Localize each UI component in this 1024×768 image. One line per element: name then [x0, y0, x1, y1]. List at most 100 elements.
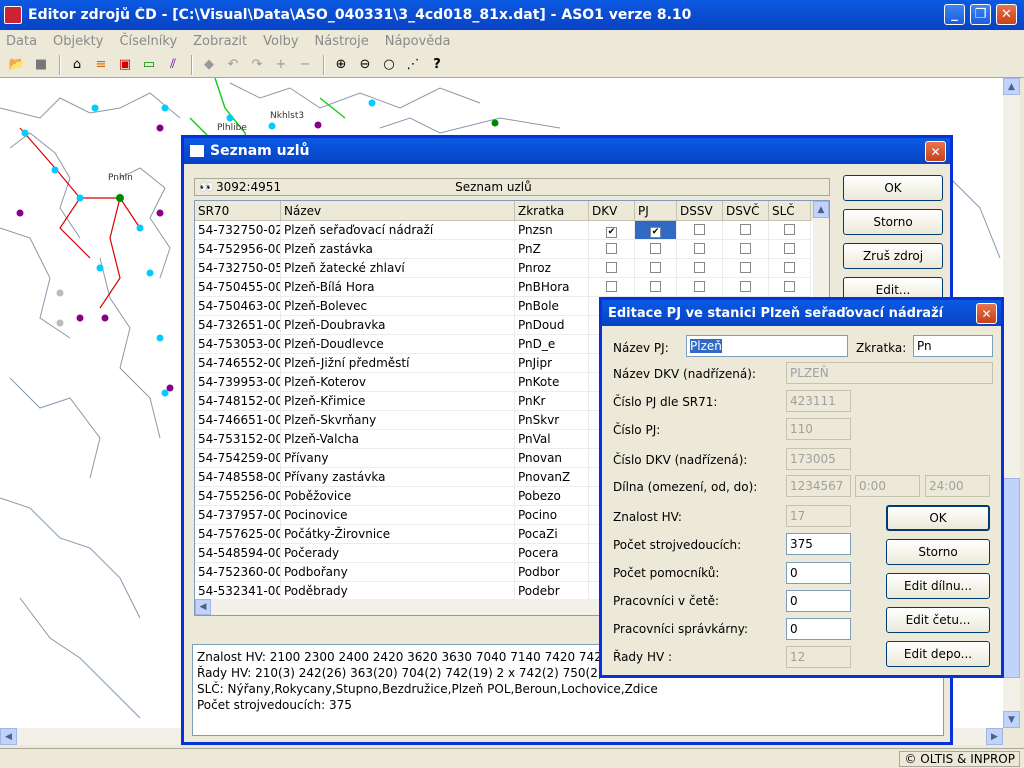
zkratka-input[interactable]: Pn [913, 335, 993, 357]
info-strojved: Počet strojvedoucích: 375 [197, 698, 352, 712]
cell-slc [769, 240, 811, 259]
checkbox-slc[interactable] [784, 224, 795, 235]
ok-button[interactable]: OK [886, 505, 990, 531]
checkbox-dsvc[interactable] [740, 262, 751, 273]
col-header-nazev[interactable]: Název [281, 201, 515, 221]
remove-icon[interactable]: − [294, 54, 316, 76]
ok-button[interactable]: OK [843, 175, 943, 201]
cell-slc [769, 221, 811, 240]
col-header-sr70[interactable]: SR70 [195, 201, 281, 221]
checkbox-dssv[interactable] [694, 262, 705, 273]
scroll-left-arrow-icon[interactable]: ◀ [0, 728, 17, 745]
binoculars-icon[interactable]: 👀 [199, 180, 214, 194]
checkbox-pj[interactable] [650, 262, 661, 273]
scroll-down-arrow-icon[interactable]: ▼ [1003, 711, 1020, 728]
track-icon[interactable]: ≡ [90, 54, 112, 76]
storno-button[interactable]: Storno [843, 209, 943, 235]
copyright-text: © OLTIS & INPROP [899, 751, 1020, 767]
zrus-zdroj-button[interactable]: Zruš zdroj [843, 243, 943, 269]
menu-nastroje[interactable]: Nástroje [315, 34, 369, 49]
col-header-dsvc[interactable]: DSVČ [723, 201, 769, 221]
checkbox-dsvc[interactable] [740, 224, 751, 235]
menu-data[interactable]: Data [6, 34, 37, 49]
cell-dssv [677, 221, 723, 240]
scroll-left-arrow-icon[interactable]: ◀ [195, 599, 211, 615]
checkbox-slc[interactable] [784, 281, 795, 292]
open-folder-icon[interactable]: 📂 [6, 54, 28, 76]
checkbox-dkv[interactable] [606, 281, 617, 292]
restore-button[interactable]: ❐ [970, 4, 991, 25]
minimize-button[interactable]: _ [944, 4, 965, 25]
table-row[interactable]: 54-752956-00 Plzeň zastávka PnZ [195, 240, 811, 259]
checkbox-pj[interactable]: ✔ [650, 227, 661, 238]
close-icon[interactable]: ✕ [976, 303, 997, 324]
zoom-in-icon[interactable]: ⊕ [330, 54, 352, 76]
cell-pj [635, 278, 677, 297]
lines-icon[interactable]: ⫽ [162, 54, 184, 76]
cislo-pj-field: 110 [786, 418, 851, 440]
map-vertical-scrollbar[interactable]: ▲ ▼ [1003, 78, 1020, 728]
wagon-icon[interactable]: ▭ [138, 54, 160, 76]
cell-slc [769, 259, 811, 278]
checkbox-dsvc[interactable] [740, 281, 751, 292]
col-header-zkratka[interactable]: Zkratka [515, 201, 589, 221]
table-row[interactable]: 54-732750-05 Plzeň žatecké zhlaví Pnroz [195, 259, 811, 278]
checkbox-dkv[interactable] [606, 262, 617, 273]
col-header-dkv[interactable]: DKV [589, 201, 635, 221]
menu-ciselniky[interactable]: Číselníky [119, 34, 177, 49]
select-nodes-icon[interactable]: ⋰ [402, 54, 424, 76]
checkbox-dkv[interactable]: ✔ [606, 227, 617, 238]
strojved-input[interactable]: 375 [786, 533, 851, 555]
menu-volby[interactable]: Volby [263, 34, 298, 49]
checkbox-dsvc[interactable] [740, 243, 751, 254]
checkbox-pj[interactable] [650, 281, 661, 292]
menu-objekty[interactable]: Objekty [53, 34, 103, 49]
edit-cetu-button[interactable]: Edit četu... [886, 607, 990, 633]
storno-button[interactable]: Storno [886, 539, 990, 565]
edit-depo-button[interactable]: Edit depo... [886, 641, 990, 667]
col-header-dssv[interactable]: DSSV [677, 201, 723, 221]
vertical-scroll-thumb[interactable] [1003, 478, 1020, 678]
cell-sr70: 54-752956-00 [195, 240, 281, 259]
cell-zkratka: Pnroz [515, 259, 589, 278]
eraser-icon[interactable]: ◆ [198, 54, 220, 76]
redo-icon[interactable]: ↷ [246, 54, 268, 76]
checkbox-dssv[interactable] [694, 243, 705, 254]
zoom-out-icon[interactable]: ⊖ [354, 54, 376, 76]
station-icon[interactable]: ⌂ [66, 54, 88, 76]
locomotive-icon[interactable]: ▣ [114, 54, 136, 76]
checkbox-dkv[interactable] [606, 243, 617, 254]
save-icon[interactable]: ■ [30, 54, 52, 76]
cell-zkratka: PnVal [515, 430, 589, 449]
checkbox-pj[interactable] [650, 243, 661, 254]
menu-zobrazit[interactable]: Zobrazit [193, 34, 247, 49]
cell-dsvc [723, 240, 769, 259]
scroll-right-arrow-icon[interactable]: ▶ [986, 728, 1003, 745]
cell-nazev: Plzeň-Doubravka [281, 316, 515, 335]
close-button[interactable]: ✕ [996, 4, 1017, 25]
col-header-slc[interactable]: SLČ [769, 201, 811, 221]
checkbox-slc[interactable] [784, 243, 795, 254]
add-icon[interactable]: + [270, 54, 292, 76]
cell-zkratka: PnJipr [515, 354, 589, 373]
ceta-input[interactable]: 0 [786, 590, 851, 612]
edit-dilnu-button[interactable]: Edit dílnu... [886, 573, 990, 599]
scroll-up-arrow-icon[interactable]: ▲ [813, 201, 829, 218]
checkbox-dssv[interactable] [694, 281, 705, 292]
zoom-icon[interactable]: ○ [378, 54, 400, 76]
checkbox-slc[interactable] [784, 262, 795, 273]
col-header-pj[interactable]: PJ [635, 201, 677, 221]
cell-nazev: Plzeň-Skvrňany [281, 411, 515, 430]
pomocnik-input[interactable]: 0 [786, 562, 851, 584]
undo-icon[interactable]: ↶ [222, 54, 244, 76]
nazev-pj-input[interactable]: Plzeň [686, 335, 848, 357]
checkbox-dssv[interactable] [694, 224, 705, 235]
spravkar-input[interactable]: 0 [786, 618, 851, 640]
table-row[interactable]: 54-732750-02 Plzeň seřaďovací nádraží Pnzs… [195, 221, 811, 240]
table-row[interactable]: 54-750455-00 Plzeň-Bílá Hora PnBHora [195, 278, 811, 297]
close-icon[interactable]: ✕ [925, 141, 946, 162]
cell-nazev: Plzeň-Jižní předměstí [281, 354, 515, 373]
scroll-up-arrow-icon[interactable]: ▲ [1003, 78, 1020, 95]
menu-napoveda[interactable]: Nápověda [385, 34, 451, 49]
help-icon[interactable]: ? [426, 54, 448, 76]
